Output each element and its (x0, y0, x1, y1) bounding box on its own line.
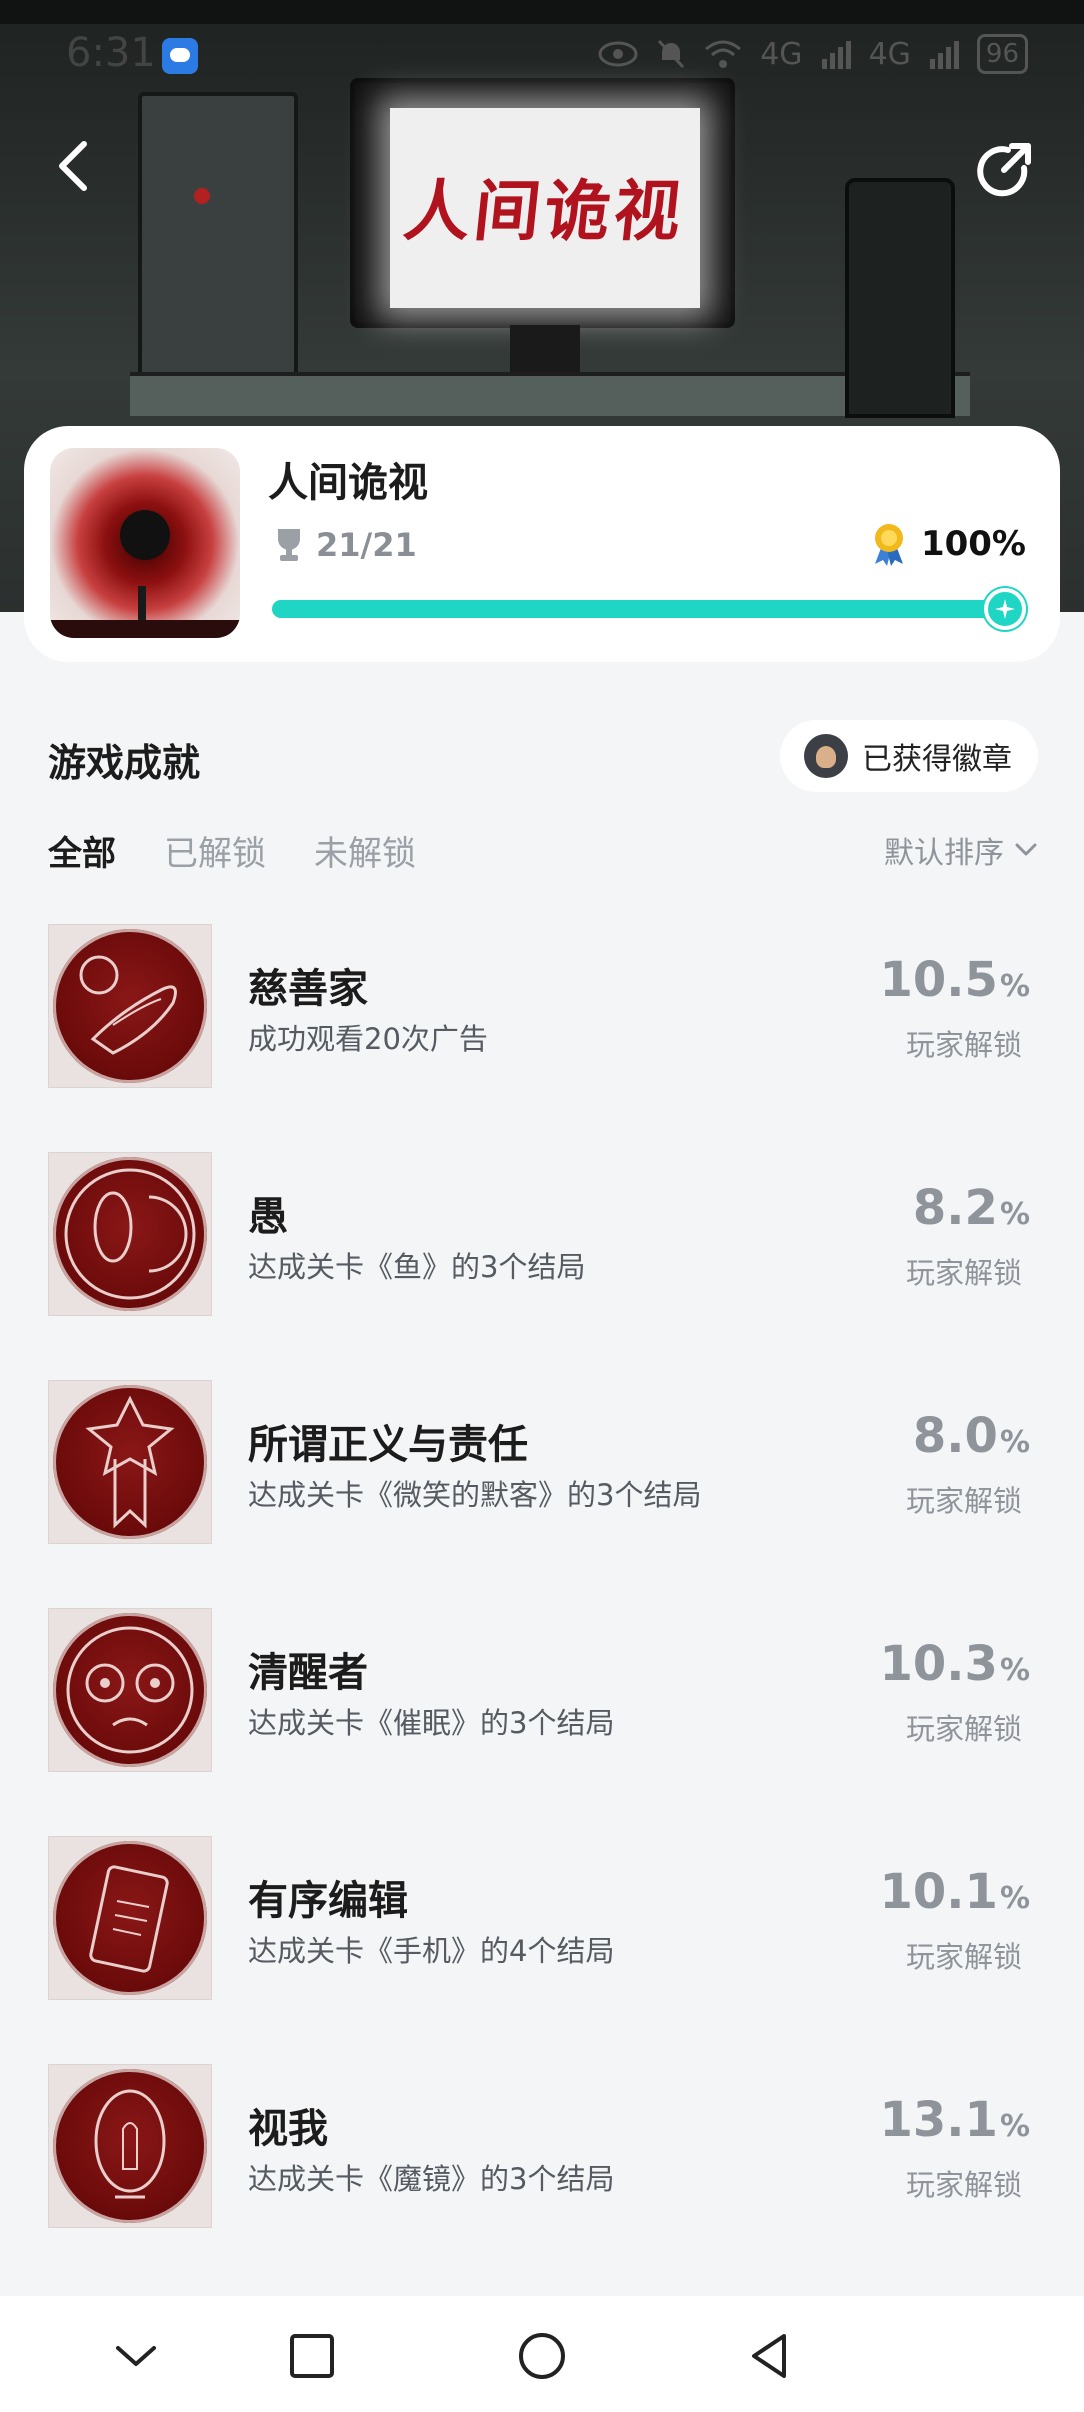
chevron-down-icon[interactable] (106, 2326, 166, 2386)
desk-illustration (130, 372, 970, 416)
sort-dropdown[interactable]: 默认排序 (884, 828, 1038, 872)
sparkle-icon (995, 599, 1015, 619)
status-bar: 6:31 4G 4G 96 (0, 0, 1084, 110)
home-icon[interactable] (512, 2326, 572, 2386)
achievement-title: 所谓正义与责任 (248, 1422, 528, 1468)
achievement-desc: 达成关卡《催眠》的3个结局 (248, 1706, 615, 1740)
signal-2-label: 4G (868, 36, 911, 72)
monitor-illustration: 人间诡视 (350, 78, 735, 328)
achievement-title: 视我 (248, 2106, 328, 2152)
banner-web-icon (53, 1385, 207, 1539)
progress-knob (984, 588, 1026, 630)
share-icon[interactable] (972, 138, 1038, 204)
achievement-sub: 玩家解锁 (905, 1484, 1022, 1518)
mirror-icon (53, 2069, 207, 2223)
speaker-illustration (845, 178, 955, 418)
chevron-down-icon (1015, 843, 1037, 856)
phone-icon (53, 1841, 207, 1995)
achievement-sub: 玩家解锁 (905, 1028, 1022, 1062)
achievement-percent: 10.3% (879, 1636, 1031, 1692)
trophy-count-label: 21/21 (316, 526, 417, 564)
game-icon[interactable] (50, 448, 240, 638)
achievement-title: 愚 (248, 1194, 288, 1240)
game-name: 人间诡视 (268, 460, 428, 506)
medal-icon (874, 524, 903, 566)
signal-bars-icon (929, 41, 959, 69)
achievement-percent: 8.2% (912, 1180, 1030, 1236)
achievement-sub: 玩家解锁 (905, 2168, 1022, 2202)
achievement-item[interactable]: 清醒者 达成关卡《催眠》的3个结局 10.3% 玩家解锁 (0, 1608, 1084, 1776)
achievement-title: 清醒者 (248, 1650, 368, 1696)
tab-locked[interactable]: 未解锁 (314, 826, 416, 875)
pc-tower-illustration (138, 92, 298, 392)
achievement-item[interactable]: 有序编辑 达成关卡《手机》的4个结局 10.1% 玩家解锁 (0, 1836, 1084, 2004)
achievement-desc: 达成关卡《手机》的4个结局 (248, 1934, 615, 1968)
completion-percent: 100% (869, 522, 1026, 566)
back-icon[interactable] (740, 2326, 800, 2386)
sort-label: 默认排序 (884, 836, 1004, 871)
achievement-title: 慈善家 (248, 966, 368, 1012)
weather-app-icon (162, 38, 198, 74)
achievement-percent: 13.1% (879, 2092, 1031, 2148)
achievement-percent: 8.0% (912, 1408, 1030, 1464)
monitor-title-art: 人间诡视 (400, 172, 689, 250)
achievement-percent: 10.1% (879, 1864, 1031, 1920)
achievement-sub: 玩家解锁 (905, 1940, 1022, 1974)
back-arrow-icon[interactable] (48, 136, 98, 196)
system-navigation-bar (0, 2296, 1084, 2412)
progress-fill (272, 600, 1018, 618)
section-title: 游戏成就 (48, 741, 201, 785)
achievement-item[interactable]: 慈善家 成功观看20次广告 10.5% 玩家解锁 (0, 924, 1084, 1092)
achievement-item[interactable]: 愚 达成关卡《鱼》的3个结局 8.2% 玩家解锁 (0, 1152, 1084, 1320)
earned-badges-button[interactable]: 已获得徽章 (780, 720, 1038, 792)
tab-unlocked[interactable]: 已解锁 (164, 826, 266, 875)
achievement-desc: 达成关卡《鱼》的3个结局 (248, 1250, 586, 1284)
badge-avatar-icon (804, 734, 848, 778)
battery-indicator: 96 (976, 34, 1028, 74)
recent-apps-icon[interactable] (282, 2326, 342, 2386)
achievement-item[interactable]: 视我 达成关卡《魔镜》的3个结局 13.1% 玩家解锁 (0, 2064, 1084, 2232)
achievement-sub: 玩家解锁 (905, 1256, 1022, 1290)
wide-eyes-face-icon (53, 1613, 207, 1767)
mute-icon (658, 39, 685, 69)
game-summary-card: 人间诡视 21/21 100% (24, 426, 1060, 662)
fish-icon (53, 1157, 207, 1311)
achievement-sub: 玩家解锁 (905, 1712, 1022, 1746)
completion-percent-label: 100% (920, 524, 1026, 564)
status-time: 6:31 (66, 30, 156, 76)
hand-coins-icon (53, 929, 207, 1083)
trophy-count: 21/21 (274, 526, 417, 564)
earned-badges-label: 已获得徽章 (862, 742, 1012, 777)
achievement-title: 有序编辑 (248, 1878, 408, 1924)
achievement-desc: 成功观看20次广告 (248, 1022, 488, 1056)
achievement-percent: 10.5% (879, 952, 1031, 1008)
signal-1-label: 4G (760, 36, 803, 72)
tab-all[interactable]: 全部 (48, 826, 116, 875)
achievement-filter-tabs: 全部 已解锁 未解锁 (48, 826, 416, 875)
eye-icon (598, 41, 638, 67)
achievement-desc: 达成关卡《微笑的默客》的3个结局 (248, 1478, 702, 1512)
signal-bars-icon (821, 41, 851, 69)
achievement-item[interactable]: 所谓正义与责任 达成关卡《微笑的默客》的3个结局 8.0% 玩家解锁 (0, 1380, 1084, 1548)
trophy-icon (278, 529, 300, 561)
achievement-desc: 达成关卡《魔镜》的3个结局 (248, 2162, 615, 2196)
wifi-icon (705, 40, 742, 68)
completion-progress-bar (272, 588, 1026, 630)
